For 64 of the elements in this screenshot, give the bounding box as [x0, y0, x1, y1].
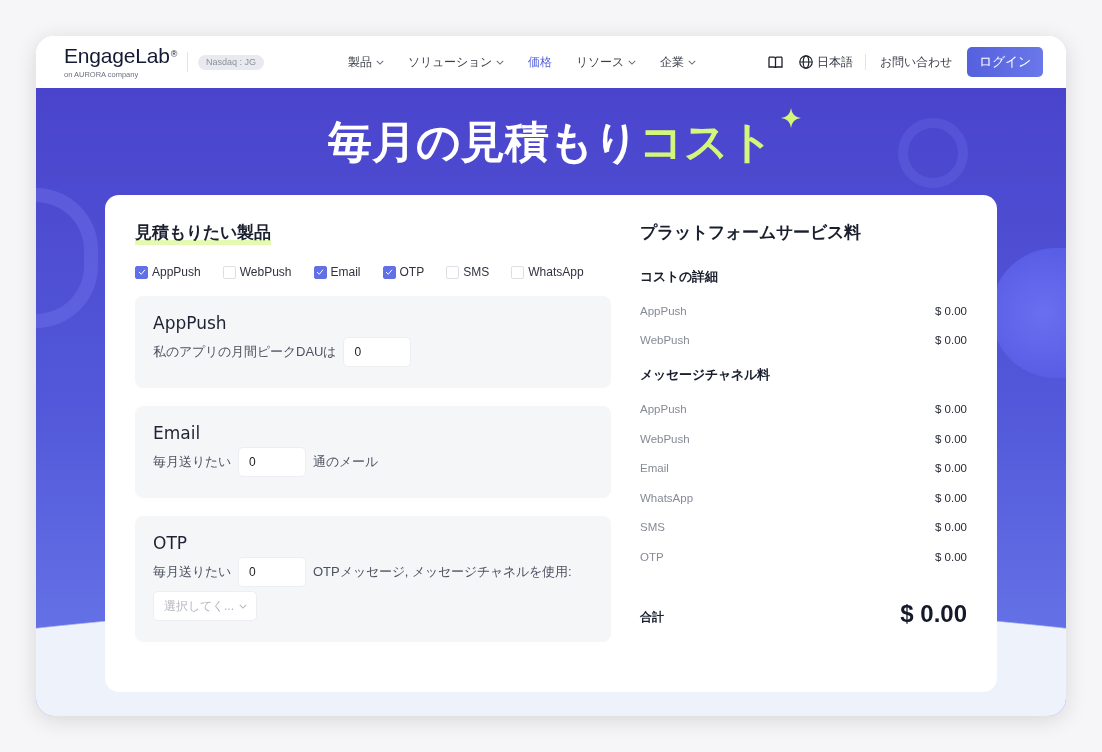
chevron-down-icon: [376, 59, 385, 65]
checkbox-label[interactable]: WebPush: [239, 265, 292, 279]
cost-label: WebPush: [640, 334, 690, 347]
number-input[interactable]: 0: [238, 557, 306, 587]
checkbox-label[interactable]: SMS: [463, 265, 490, 279]
login-button[interactable]: ログイン: [967, 47, 1043, 77]
checkbox-label[interactable]: Email: [330, 265, 361, 279]
nav-link[interactable]: 価格: [528, 53, 553, 71]
cost-amount: $ 0.00: [935, 304, 967, 317]
hero-title: 毎月の見積もり コスト: [328, 116, 774, 168]
book-icon[interactable]: [768, 55, 783, 69]
subsection-heading: コストの詳細: [640, 268, 719, 286]
nav-link[interactable]: 企業: [660, 53, 697, 71]
sparkle-icon: [781, 108, 801, 128]
cost-amount: $ 0.00: [935, 521, 967, 534]
check-icon: [385, 269, 394, 275]
checkbox-label[interactable]: OTP: [399, 265, 425, 279]
number-input[interactable]: 0: [343, 337, 412, 367]
logo-wordmark[interactable]: EngageLab$^{®}$: [64, 44, 178, 68]
panel-title: Email: [153, 422, 202, 445]
checkbox[interactable]: [135, 265, 148, 279]
cost-amount: $ 0.00: [935, 550, 967, 563]
contact-link[interactable]: お問い合わせ: [880, 53, 952, 71]
checkbox[interactable]: [313, 265, 327, 279]
chevron-down-icon: [496, 59, 505, 65]
cost-amount: $ 0.00: [935, 334, 967, 347]
cost-label: Email: [640, 462, 669, 475]
field-label: 私のアプリの月間ピークDAUは: [153, 343, 337, 361]
section-heading: 見積もりたい製品: [135, 221, 271, 245]
cost-label: WhatsApp: [640, 491, 694, 504]
cost-label: WebPush: [640, 432, 690, 445]
nav-link[interactable]: リソース: [576, 53, 637, 71]
cost-amount: $ 0.00: [935, 462, 967, 475]
checkbox-label[interactable]: WhatsApp: [528, 265, 584, 279]
total-amount: $ 0.00: [900, 599, 967, 628]
chevron-down-icon: [239, 603, 247, 609]
cost-amount: $ 0.00: [935, 432, 967, 445]
check-icon: [316, 269, 324, 275]
subsection-heading: メッセージチャネル料: [640, 366, 771, 385]
cost-label: OTP: [640, 550, 664, 563]
field-label: OTPメッセージ, メッセージチャネルを使用:: [313, 563, 572, 581]
field-label: 通のメール: [313, 453, 378, 471]
chevron-down-icon: [628, 59, 637, 65]
language-button[interactable]: 日本語: [799, 53, 853, 71]
panel-title: AppPush: [153, 312, 228, 335]
panel-title: OTP: [153, 532, 189, 555]
chevron-down-icon: [688, 59, 697, 65]
total-label: 合計: [640, 609, 664, 627]
cost-amount: $ 0.00: [935, 491, 967, 504]
cost-amount: $ 0.00: [935, 403, 967, 415]
checkbox-label[interactable]: AppPush: [152, 265, 201, 279]
check-icon: [137, 269, 146, 275]
nav-link[interactable]: ソリューション: [408, 53, 505, 71]
number-input[interactable]: 0: [238, 447, 306, 477]
cost-label: AppPush: [640, 403, 687, 415]
globe-icon: [799, 55, 813, 69]
section-heading: プラットフォームサービス料: [640, 222, 862, 244]
nav-link[interactable]: 製品: [348, 53, 385, 71]
checkbox[interactable]: [382, 265, 396, 279]
field-label: 毎月送りたい: [153, 563, 231, 581]
stock-badge: Nasdaq : JG: [198, 54, 265, 70]
cost-label: AppPush: [640, 304, 687, 317]
field-label: 毎月送りたい: [153, 453, 231, 471]
cost-label: SMS: [640, 521, 665, 534]
